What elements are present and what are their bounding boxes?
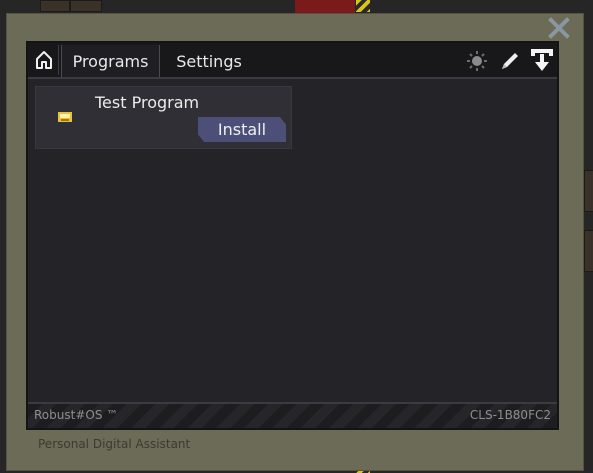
window-caption: Personal Digital Assistant: [38, 437, 191, 451]
eject-button[interactable]: [529, 47, 555, 73]
device-id: CLS-1B80FC2: [469, 408, 551, 422]
tab-settings[interactable]: Settings: [159, 45, 259, 77]
brightness-icon: [467, 51, 487, 71]
program-title: Test Program: [95, 93, 200, 112]
home-button[interactable]: [30, 45, 59, 75]
program-card: Test Program Install: [35, 86, 292, 149]
close-button[interactable]: [548, 17, 570, 39]
world-hazard-stripe: [356, 0, 370, 12]
pda-screen: Programs Settings Test Program Install R…: [26, 41, 559, 430]
brightness-button[interactable]: [466, 50, 488, 72]
pda-header: Programs Settings: [28, 43, 557, 79]
world-airlock-sign: [295, 0, 355, 14]
pen-icon: [502, 53, 518, 69]
world-wall-piece: [584, 230, 593, 272]
world-crate: [70, 0, 102, 12]
tab-programs-label: Programs: [72, 51, 149, 71]
install-button[interactable]: Install: [198, 117, 286, 142]
cartridge-icon: [58, 112, 72, 122]
pda-footer: Robust#OS ™ CLS-1B80FC2: [28, 402, 557, 428]
close-icon: [548, 17, 570, 39]
pen-button[interactable]: [499, 50, 521, 72]
home-icon: [36, 51, 52, 69]
tab-programs[interactable]: Programs: [61, 45, 160, 77]
world-crate: [40, 0, 70, 12]
install-button-label: Install: [217, 120, 267, 139]
tab-settings-label: Settings: [176, 51, 242, 71]
world-wall-piece: [584, 170, 593, 212]
os-name: Robust#OS ™: [34, 408, 119, 422]
eject-download-icon: [531, 49, 553, 71]
